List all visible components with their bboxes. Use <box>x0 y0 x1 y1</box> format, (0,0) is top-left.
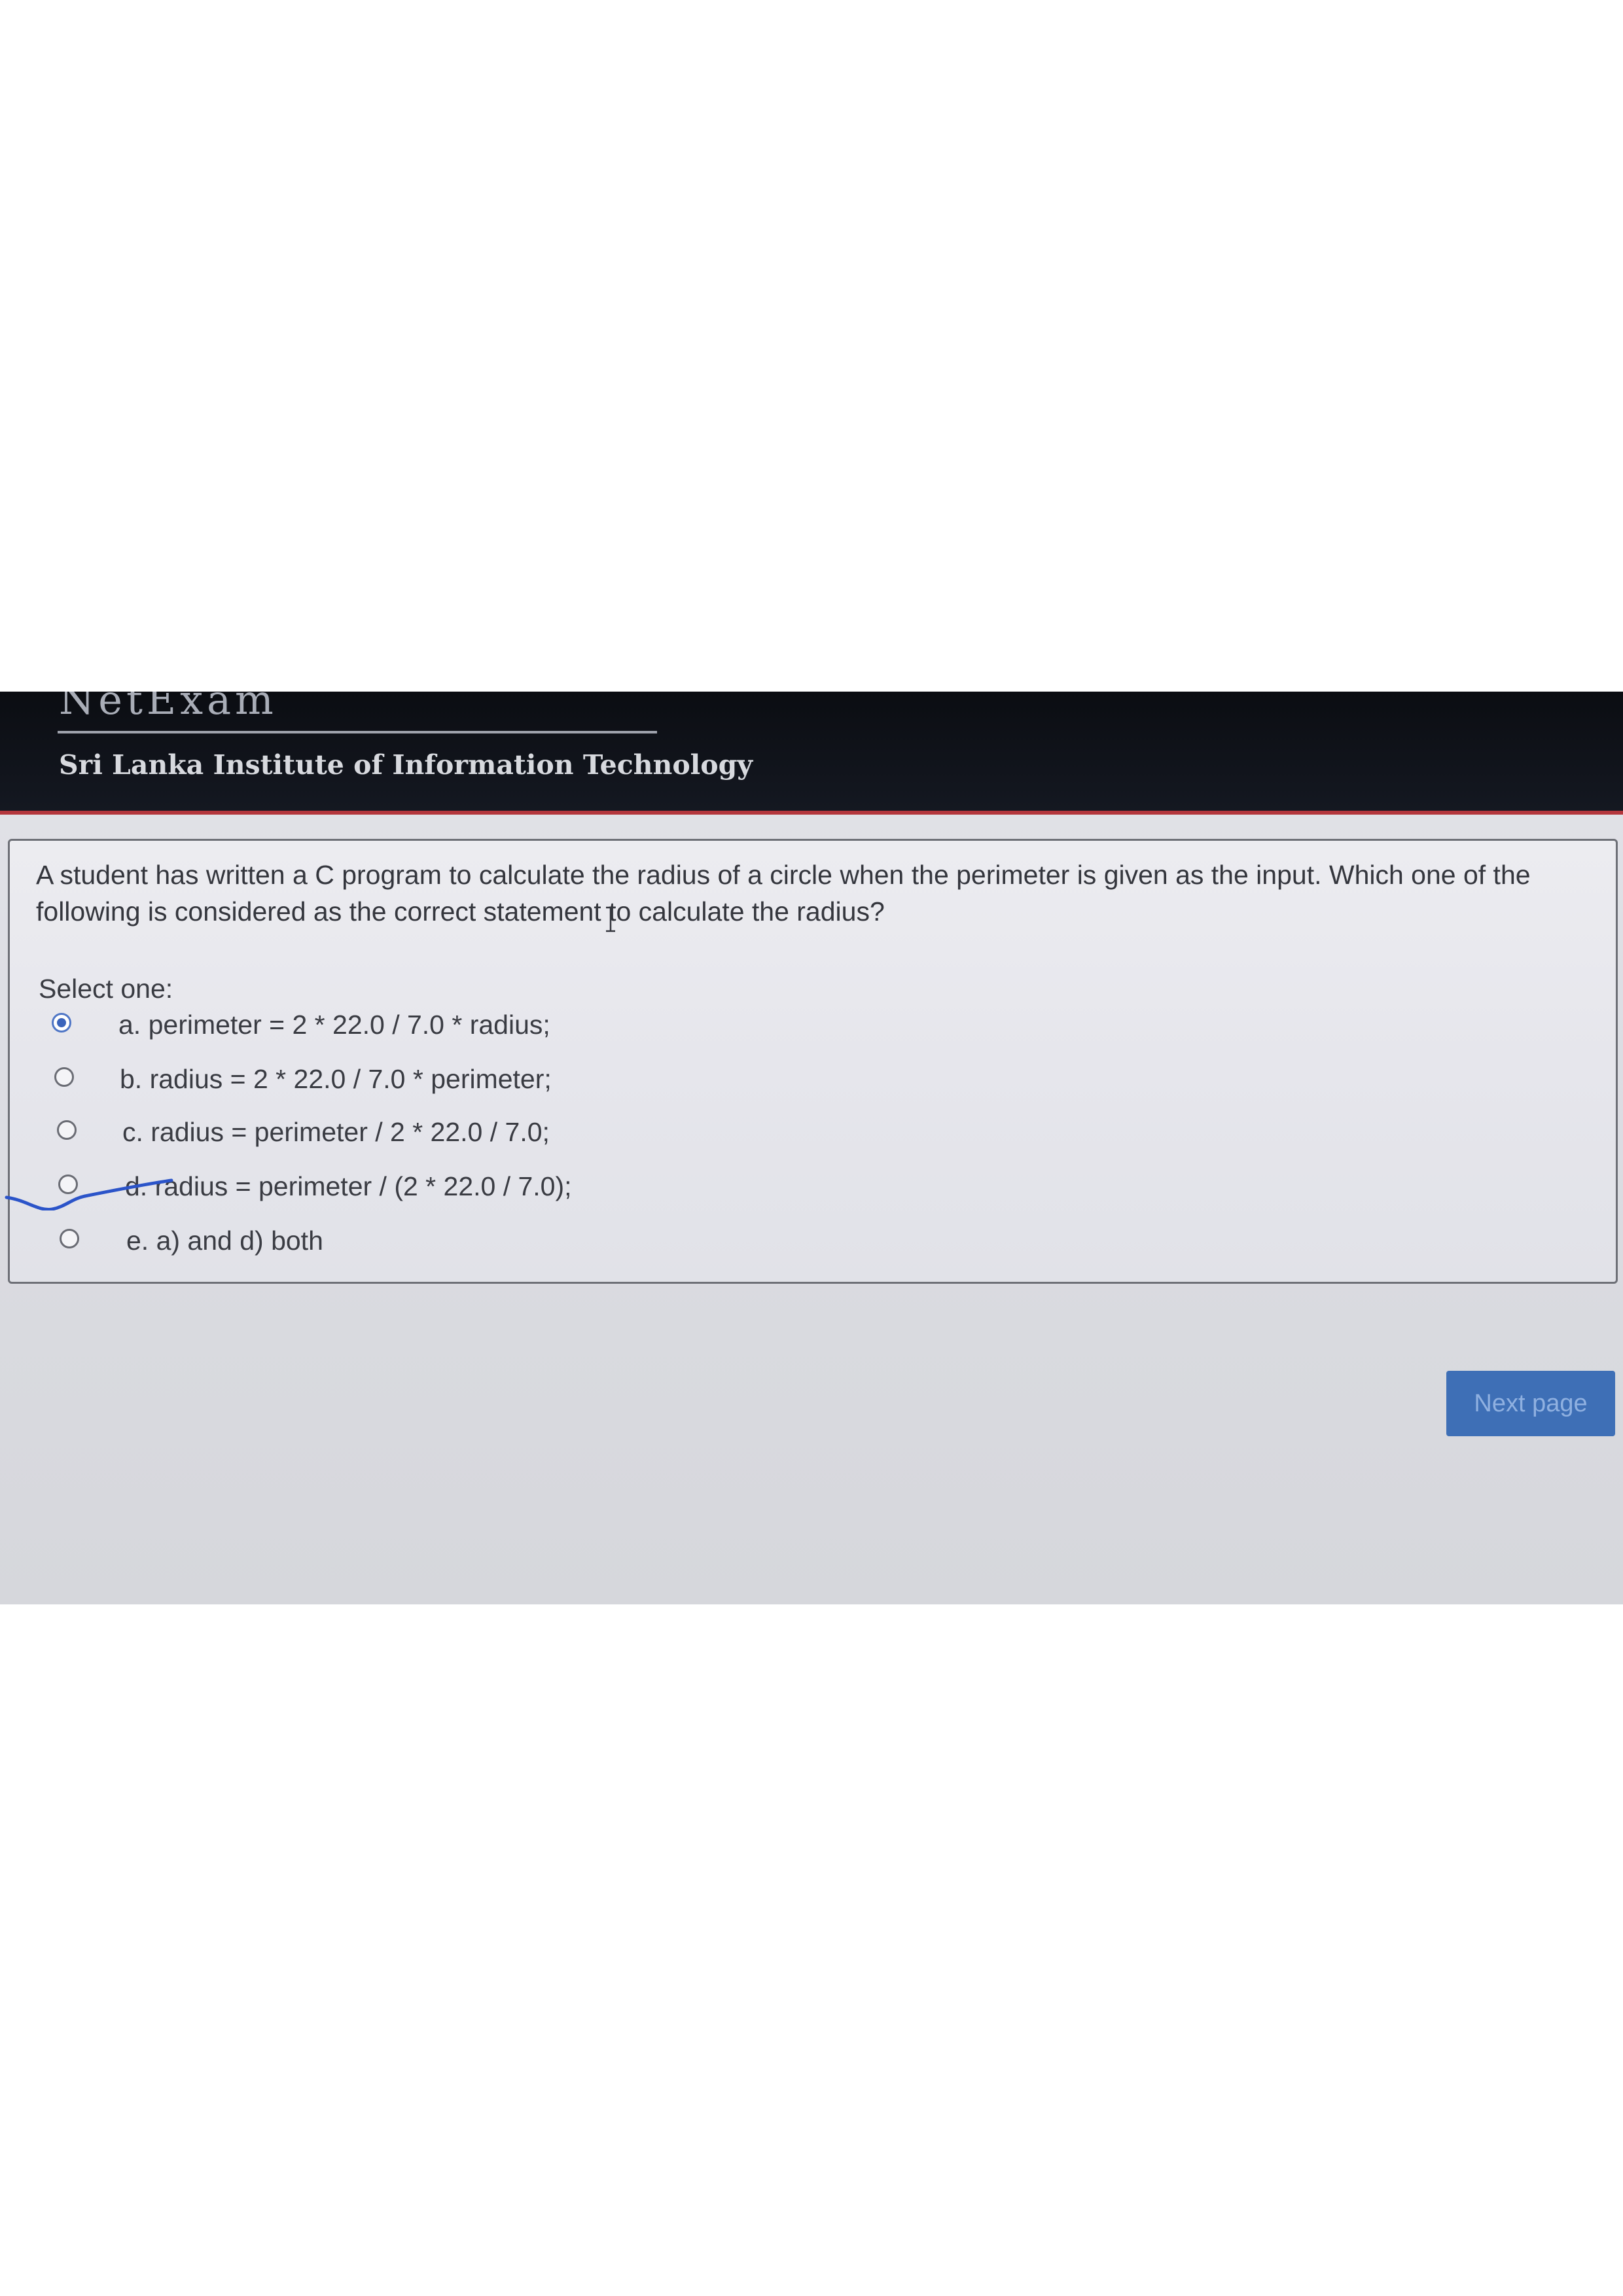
option-e-label: e. a) and d) both <box>126 1226 323 1256</box>
option-b-label: b. radius = 2 * 22.0 / 7.0 * perimeter; <box>120 1064 552 1094</box>
option-e[interactable]: e. a) and d) both <box>10 1219 1057 1262</box>
text-cursor-icon <box>606 906 615 932</box>
radio-button[interactable] <box>60 1229 79 1248</box>
option-c[interactable]: c. radius = perimeter / 2 * 22.0 / 7.0; <box>10 1110 1057 1154</box>
institute-name: Sri Lanka Institute of Information Techn… <box>59 749 753 781</box>
header-accent-bar <box>0 811 1623 815</box>
select-one-label: Select one: <box>39 974 173 1004</box>
exam-screen-photo: NetExam Sri Lanka Institute of Informati… <box>0 692 1623 1604</box>
radio-button[interactable] <box>57 1120 77 1140</box>
question-card: A student has written a C program to cal… <box>8 839 1618 1284</box>
radio-button-selected[interactable] <box>52 1013 71 1033</box>
pen-annotation-mark <box>5 1178 173 1210</box>
question-text: A student has written a C program to cal… <box>36 860 1531 927</box>
site-header: NetExam Sri Lanka Institute of Informati… <box>0 692 1623 811</box>
option-c-label: c. radius = perimeter / 2 * 22.0 / 7.0; <box>122 1117 550 1147</box>
option-b[interactable]: b. radius = 2 * 22.0 / 7.0 * perimeter; <box>10 1057 1057 1101</box>
next-page-button[interactable]: Next page <box>1446 1371 1615 1436</box>
logo-divider <box>58 731 657 733</box>
option-a-label: a. perimeter = 2 * 22.0 / 7.0 * radius; <box>118 1010 550 1040</box>
radio-button[interactable] <box>54 1067 74 1087</box>
site-logo: NetExam <box>59 692 277 724</box>
option-a[interactable]: a. perimeter = 2 * 22.0 / 7.0 * radius; <box>10 1003 1057 1046</box>
